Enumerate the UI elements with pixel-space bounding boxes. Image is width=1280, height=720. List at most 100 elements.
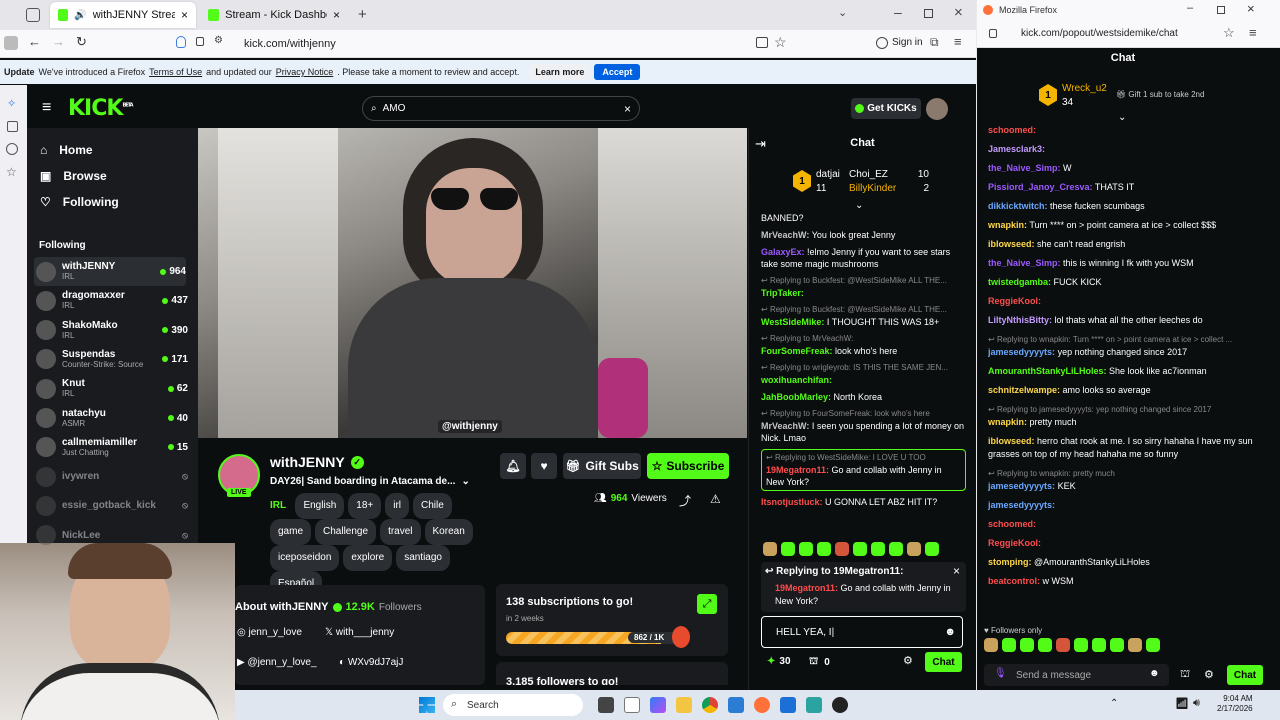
leader-3[interactable]: BillyKinder 2 (849, 182, 929, 196)
popout-chat-message[interactable]: dikkicktwitch: these fucken scumbags (988, 200, 1270, 213)
chat-username[interactable]: FourSomeFreak: (761, 346, 833, 356)
sidebar-item-following[interactable]: dragomaxxer IRL 437 (36, 286, 188, 315)
chat-message[interactable]: ↩ Replying to wrigleyrob: IS THIS THE SA… (761, 362, 966, 386)
popout-chat-message[interactable]: the_Naive_Simp: this is winning I fk wit… (988, 257, 1270, 270)
emote-icon[interactable] (1074, 638, 1088, 652)
tab-withjenny[interactable]: 🔊 withJENNY Stream - Watch × (50, 2, 196, 28)
reload-icon[interactable]: ↻ (76, 34, 87, 50)
obs-icon[interactable] (832, 697, 848, 713)
popout-chat-message[interactable]: the_Naive_Simp: W (988, 162, 1270, 175)
tag-chip[interactable]: game (270, 519, 312, 545)
volume-icon[interactable]: 🔊︎ (1193, 697, 1200, 710)
menu-icon[interactable]: ≡ (954, 34, 962, 49)
tag-chip[interactable]: explore (343, 545, 393, 571)
chat-username[interactable]: ReggieKool: (988, 538, 1041, 548)
popout-chat-message[interactable]: stomping: @AmouranthStankyLiLHoles (988, 556, 1270, 569)
popout-chat-message[interactable]: ReggieKool: (988, 537, 1270, 550)
emote-icon[interactable] (889, 542, 903, 556)
drops-display[interactable]: ⛫ 0 (809, 656, 830, 669)
popout-message-input[interactable]: 🎙︎ Send a message ☻ (984, 664, 1169, 686)
learn-more-button[interactable]: Learn more (529, 64, 591, 80)
popout-chat-message[interactable]: AmouranthStankyLiLHoles: She look like a… (988, 365, 1270, 378)
emote-icon[interactable] (925, 542, 939, 556)
tag-chip[interactable]: Korean (424, 519, 473, 545)
popout-chat-message[interactable]: schoomed: (988, 518, 1270, 531)
extensions-icon[interactable]: ⧉ (930, 35, 939, 50)
sidebar-item-following[interactable]: ivywren ⦸ (36, 462, 188, 491)
forward-icon[interactable]: → (52, 34, 65, 49)
emote-icon[interactable] (1056, 638, 1070, 652)
sign-in-button[interactable]: Sign in (892, 37, 923, 48)
close-window-icon[interactable]: × (1247, 1, 1255, 16)
clock[interactable]: 9:04 AM 2/17/2026 (1217, 694, 1253, 714)
follow-heart-button[interactable]: ♥ (531, 453, 557, 479)
chat-message[interactable]: ↩ Replying to Buckfest: @WestSideMike AL… (761, 304, 966, 328)
search-input[interactable]: ⌕ AMO × (362, 96, 640, 121)
bookmark-star-icon[interactable]: ☆ (1223, 25, 1235, 41)
sidebar-item-following[interactable]: callmemiamiller Just Chatting 15 (36, 433, 188, 462)
chat-message[interactable]: ↩ Replying to WestSideMike: I LOVE U TOO… (761, 449, 966, 491)
chat-message[interactable]: ↩ Replying to MrVeachW: FourSomeFreak: lo… (761, 333, 966, 357)
tag-chip[interactable]: travel (380, 519, 421, 545)
chat-username[interactable]: the_Naive_Simp: (988, 163, 1061, 173)
social-discord[interactable]: ◐ WXv9dJ7ajJ (339, 657, 403, 668)
channel-name[interactable]: withJENNY ✓ (270, 454, 364, 470)
accept-button[interactable]: Accept (594, 64, 641, 80)
chat-username[interactable]: beatcontrol: (988, 576, 1040, 586)
chat-username[interactable]: twistedgamba: (988, 277, 1051, 287)
emote-icon[interactable] (853, 542, 867, 556)
emote-icon[interactable] (1002, 638, 1016, 652)
emote-icon[interactable] (781, 542, 795, 556)
chat-username[interactable]: TripTaker: (761, 288, 804, 298)
tag-chip[interactable]: Chile (413, 493, 452, 519)
sidebar-item-following[interactable]: withJENNY IRL 964 (34, 257, 186, 286)
sidebar-toggle-icon[interactable] (4, 36, 18, 50)
close-icon[interactable]: × (181, 8, 188, 22)
emote-icon[interactable] (799, 542, 813, 556)
app-icon[interactable] (806, 697, 822, 713)
emote-icon[interactable] (835, 542, 849, 556)
category-link[interactable]: IRL (270, 500, 286, 511)
tab-overview-icon[interactable] (26, 8, 40, 22)
video-player[interactable]: @withjenny (198, 128, 747, 438)
emote-icon[interactable] (763, 542, 777, 556)
minimize-icon[interactable]: – (1187, 2, 1193, 14)
tab-kick-dashboard[interactable]: Stream - Kick Dashboard × (200, 2, 348, 28)
popout-chat-message[interactable]: iblowseed: herro chat rook at me. I so s… (988, 435, 1270, 461)
emote-icon[interactable] (1038, 638, 1052, 652)
word-icon[interactable] (728, 697, 744, 713)
emote-icon[interactable] (907, 542, 921, 556)
chat-message[interactable]: ↩ Replying to Buckfest: @WestSideMike AL… (761, 275, 966, 299)
popout-chat-message[interactable]: Jamesclark3: (988, 143, 1270, 156)
notepad-icon[interactable] (624, 697, 640, 713)
gift-goal-button[interactable]: ⤢ (697, 594, 717, 614)
popout-chat-message[interactable]: LiltyNthisBitty: lol thats what all the … (988, 314, 1270, 327)
bookmarks-icon[interactable]: ☆ (6, 165, 17, 179)
popout-chat-message[interactable]: ↩ Replying to wnapkin: pretty much jamese… (988, 467, 1270, 493)
nav-browse[interactable]: ▣ Browse (40, 163, 190, 189)
tray-chevron-icon[interactable]: ⌃ (1110, 698, 1118, 709)
microphone-icon[interactable]: 🎙︎ (994, 668, 1007, 679)
chat-username[interactable]: schnitzelwampe: (988, 385, 1060, 395)
chrome-icon[interactable] (702, 697, 718, 713)
tag-chip[interactable]: santiago (396, 545, 450, 571)
maximize-icon[interactable] (1217, 6, 1225, 14)
maximize-icon[interactable] (924, 9, 933, 18)
menu-icon[interactable]: ≡ (1249, 25, 1257, 40)
drops-icon[interactable]: ⛫ (1180, 668, 1190, 682)
close-icon[interactable]: × (333, 8, 340, 22)
wifi-icon[interactable]: 📶︎ (1175, 697, 1189, 710)
popout-chat-message[interactable]: ReggieKool: (988, 295, 1270, 308)
nav-following[interactable]: ♡ Following (40, 189, 190, 215)
task-view-icon[interactable] (598, 697, 614, 713)
ai-icon[interactable]: ✧ (7, 97, 16, 110)
popout-chat-message[interactable]: beatcontrol: w WSM (988, 575, 1270, 588)
emote-icon[interactable] (1110, 638, 1124, 652)
sidebar-item-following[interactable]: NickLee ⦸ (36, 521, 188, 550)
chat-username[interactable]: jamesedyyyyts: (988, 481, 1055, 491)
emote-icon[interactable] (871, 542, 885, 556)
app-icon[interactable] (780, 697, 796, 713)
chat-username[interactable]: AmouranthStankyLiLHoles: (988, 366, 1107, 376)
emote-icon[interactable] (984, 638, 998, 652)
subscribe-button[interactable]: ☆ Subscribe (647, 453, 729, 479)
